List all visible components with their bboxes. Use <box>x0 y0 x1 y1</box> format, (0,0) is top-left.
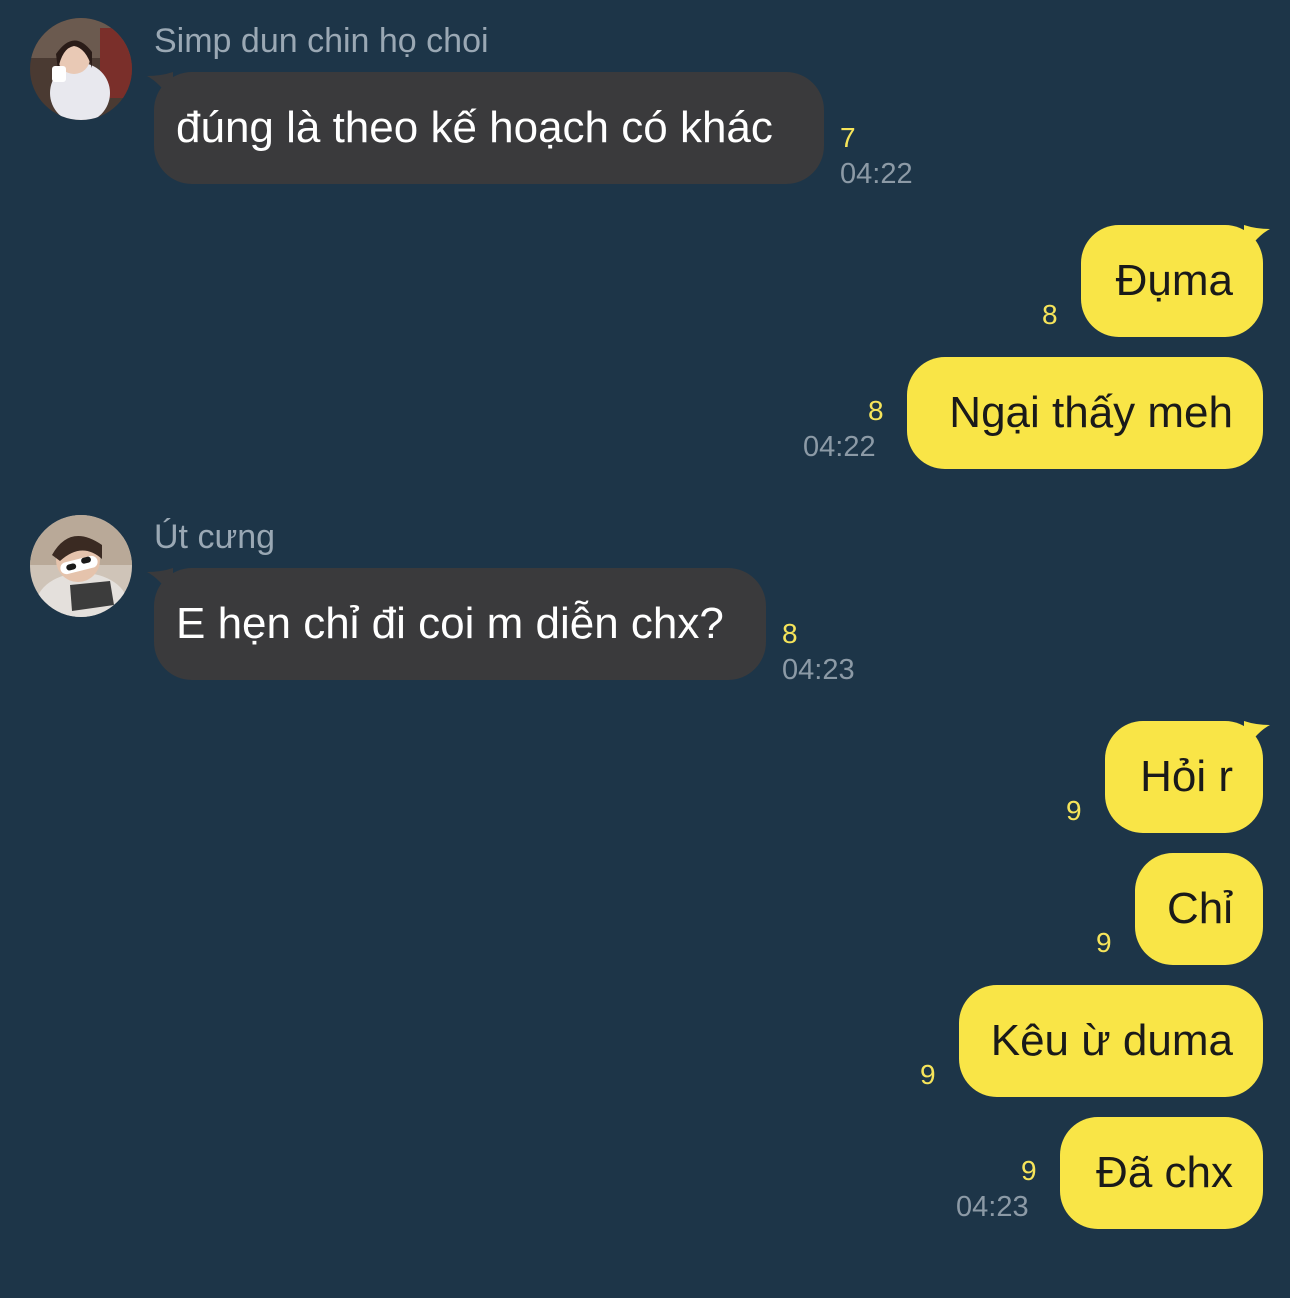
message-text: Kêu ừ duma <box>990 1016 1233 1065</box>
avatar-photo-icon <box>30 515 132 617</box>
message-bubble[interactable]: Đụma <box>1081 225 1263 337</box>
unread-count: 8 <box>868 395 884 426</box>
message-bubble[interactable]: đúng là theo kế hoạch có khác <box>154 72 824 184</box>
unread-count: 9 <box>920 1059 936 1090</box>
unread-count: 9 <box>1096 927 1112 958</box>
avatar[interactable] <box>30 515 132 617</box>
message-text: Chỉ <box>1166 884 1233 933</box>
message-bubble[interactable]: E hẹn chỉ đi coi m diễn chx? <box>154 568 766 680</box>
message-time: 04:23 <box>956 1191 1029 1223</box>
unread-count: 8 <box>782 618 798 649</box>
unread-count: 8 <box>1042 299 1058 330</box>
sender-name: Út cưng <box>154 518 276 556</box>
avatar-photo-icon <box>30 18 132 120</box>
message-time: 04:23 <box>782 654 855 686</box>
message-time: 04:22 <box>840 158 913 190</box>
message-text: Ngại thấy meh <box>949 388 1233 437</box>
unread-count: 9 <box>1021 1155 1037 1186</box>
message-text: Đã chx <box>1096 1148 1233 1197</box>
message-bubble[interactable]: Ngại thấy meh <box>907 357 1263 469</box>
message-bubble[interactable]: Hỏi r <box>1105 721 1263 833</box>
avatar[interactable] <box>30 18 132 120</box>
message-bubble[interactable]: Chỉ <box>1135 853 1263 965</box>
message-bubble[interactable]: Kêu ừ duma <box>959 985 1263 1097</box>
message-text: Hỏi r <box>1140 752 1233 801</box>
sender-name: Simp dun chin họ choi <box>154 22 489 60</box>
message-text: đúng là theo kế hoạch có khác <box>176 103 773 152</box>
message-bubble[interactable]: Đã chx <box>1060 1117 1263 1229</box>
unread-count: 9 <box>1066 795 1082 826</box>
message-text: Đụma <box>1115 256 1233 305</box>
message-time: 04:22 <box>803 431 876 463</box>
unread-count: 7 <box>840 122 856 153</box>
message-text: E hẹn chỉ đi coi m diễn chx? <box>176 599 724 648</box>
